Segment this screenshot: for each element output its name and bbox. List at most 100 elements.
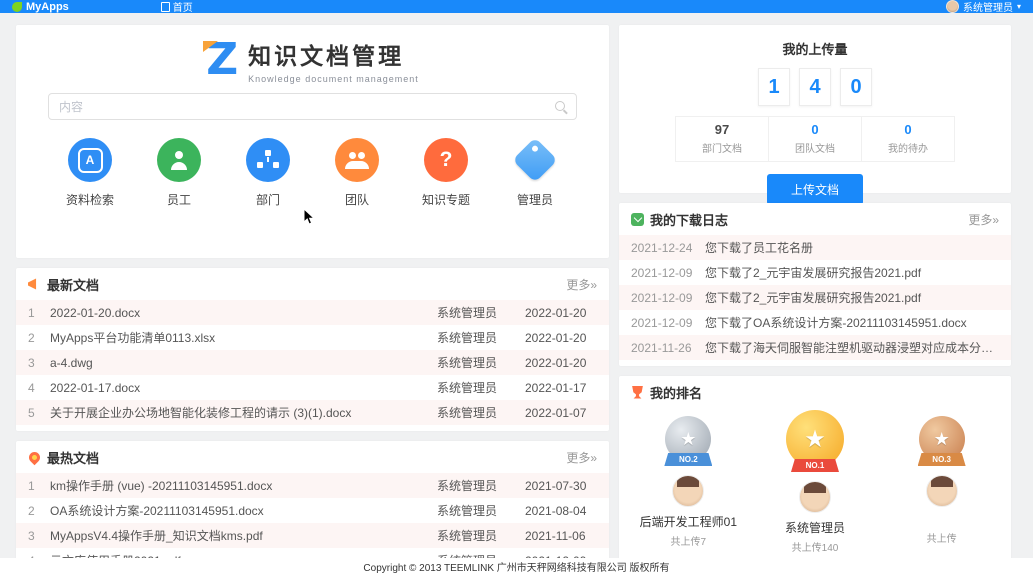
employee-icon bbox=[157, 138, 201, 182]
admin-tag-icon bbox=[513, 138, 557, 182]
search-bar bbox=[48, 93, 577, 120]
upload-doc-button[interactable]: 上传文档 bbox=[767, 174, 863, 205]
page: MyApps 首页 系统管理员 ▾ Z 知识文档管理 Knowledge doc… bbox=[0, 0, 1033, 575]
team-icon bbox=[335, 138, 379, 182]
download-log-row: 2021-11-26 您下载了海天伺服智能注塑机驱动器浸塑对应成本分析.xls bbox=[619, 335, 1011, 360]
latest-docs-header: 最新文档 更多» bbox=[16, 268, 609, 300]
quick-link-topics[interactable]: 知识专题 bbox=[408, 138, 484, 208]
archive-search-icon bbox=[68, 138, 112, 182]
latest-more-link[interactable]: 更多» bbox=[566, 276, 597, 293]
search-icon[interactable] bbox=[555, 101, 565, 111]
left-column: Z 知识文档管理 Knowledge document management 资… bbox=[16, 25, 609, 575]
brand-logo-icon bbox=[12, 2, 22, 12]
download-log-row: 2021-12-24 您下载了员工花名册 bbox=[619, 235, 1011, 260]
doc-title-link[interactable]: km操作手册 (vue) -20211103145951.docx bbox=[50, 477, 437, 494]
download-log-card: 我的下载日志 更多» 2021-12-24 您下载了员工花名册 2021-12-… bbox=[619, 203, 1011, 366]
stat-dept-docs: 97 部门文档 bbox=[676, 117, 769, 161]
brand-name: MyApps bbox=[26, 1, 69, 13]
download-log-row: 2021-12-09 您下载了2_元宇宙发展研究报告2021.pdf bbox=[619, 260, 1011, 285]
doc-row: 3 a-4.dwg 系统管理员 2022-01-20 bbox=[16, 350, 609, 375]
download-log-icon bbox=[631, 213, 644, 226]
latest-docs-title: 最新文档 bbox=[47, 275, 99, 294]
doc-row: 2 MyApps平台功能清单0113.xlsx 系统管理员 2022-01-20 bbox=[16, 325, 609, 350]
latest-docs-list: 1 2022-01-20.docx 系统管理员 2022-01-20 2 MyA… bbox=[16, 300, 609, 431]
avatar bbox=[926, 475, 958, 507]
ranking-body: NO.2 后端开发工程师01 共上传7 NO.1 系统管理员 共上传140 bbox=[619, 408, 1011, 554]
quick-link-admin[interactable]: 管理员 bbox=[497, 138, 573, 208]
quick-links: 资料检索 员工 部门 团队 bbox=[16, 120, 609, 208]
doc-row: 4 2022-01-17.docx 系统管理员 2022-01-17 bbox=[16, 375, 609, 400]
app-subtitle: Knowledge document management bbox=[248, 74, 419, 84]
download-log-row: 2021-12-09 您下载了2_元宇宙发展研究报告2021.pdf bbox=[619, 285, 1011, 310]
chevron-down-icon: ▾ bbox=[1017, 2, 1021, 11]
doc-title-link[interactable]: OA系统设计方案-20211103145951.docx bbox=[50, 502, 437, 519]
quick-link-department[interactable]: 部门 bbox=[230, 138, 306, 208]
avatar bbox=[799, 481, 831, 513]
doc-row: 1 2022-01-20.docx 系统管理员 2022-01-20 bbox=[16, 300, 609, 325]
nav-home-label: 首页 bbox=[173, 0, 193, 13]
trophy-icon bbox=[631, 386, 644, 399]
doc-row: 1 km操作手册 (vue) -20211103145951.docx 系统管理… bbox=[16, 473, 609, 498]
download-log-title: 我的下载日志 bbox=[650, 210, 728, 229]
stat-team-docs: 0 团队文档 bbox=[769, 117, 862, 161]
quick-link-employee[interactable]: 员工 bbox=[141, 138, 217, 208]
counter-digit: 4 bbox=[799, 68, 831, 106]
hot-docs-header: 最热文档 更多» bbox=[16, 441, 609, 473]
upload-counter: 1 4 0 bbox=[619, 68, 1011, 106]
department-icon bbox=[246, 138, 290, 182]
logo-z-icon: Z bbox=[206, 38, 238, 82]
doc-row: 3 MyAppsV4.4操作手册_知识文档kms.pdf 系统管理员 2021-… bbox=[16, 523, 609, 548]
main-content: Z 知识文档管理 Knowledge document management 资… bbox=[0, 13, 1033, 575]
download-more-link[interactable]: 更多» bbox=[968, 211, 999, 228]
doc-stats: 97 部门文档 0 团队文档 0 我的待办 bbox=[675, 116, 955, 162]
user-menu[interactable]: 系统管理员 ▾ bbox=[946, 0, 1021, 13]
doc-title-link[interactable]: MyApps平台功能清单0113.xlsx bbox=[50, 329, 437, 346]
doc-title-link[interactable]: 2022-01-17.docx bbox=[50, 381, 437, 395]
doc-title-link[interactable]: 关于开展企业办公场地智能化装修工程的请示 (3)(1).docx bbox=[50, 404, 437, 421]
counter-digit: 1 bbox=[758, 68, 790, 106]
topbar: MyApps 首页 系统管理员 ▾ bbox=[0, 0, 1033, 13]
upload-stats-title: 我的上传量 bbox=[619, 39, 1011, 58]
nav-home[interactable]: 首页 bbox=[161, 0, 193, 13]
download-log-header: 我的下载日志 更多» bbox=[619, 203, 1011, 235]
doc-row: 5 关于开展企业办公场地智能化装修工程的请示 (3)(1).docx 系统管理员… bbox=[16, 400, 609, 425]
new-doc-icon bbox=[28, 278, 41, 291]
rank-badge: NO.1 bbox=[791, 459, 839, 472]
ranking-header: 我的排名 bbox=[619, 376, 1011, 408]
rank-second: NO.2 后端开发工程师01 共上传7 bbox=[628, 416, 748, 548]
user-avatar bbox=[946, 0, 959, 13]
upload-stats-card: 我的上传量 1 4 0 97 部门文档 0 团队文档 0 bbox=[619, 25, 1011, 193]
rank-first: NO.1 系统管理员 共上传140 bbox=[755, 410, 875, 554]
quick-link-search[interactable]: 资料检索 bbox=[52, 138, 128, 208]
counter-digit: 0 bbox=[840, 68, 872, 106]
knowledge-topic-icon bbox=[424, 138, 468, 182]
hot-docs-title: 最热文档 bbox=[47, 448, 99, 467]
search-input[interactable] bbox=[48, 93, 577, 120]
hot-docs-card: 最热文档 更多» 1 km操作手册 (vue) -20211103145951.… bbox=[16, 441, 609, 575]
doc-title-link[interactable]: MyAppsV4.4操作手册_知识文档kms.pdf bbox=[50, 527, 437, 544]
app-title: 知识文档管理 bbox=[248, 37, 419, 71]
rank-badge: NO.2 bbox=[664, 453, 712, 466]
hero-card: Z 知识文档管理 Knowledge document management 资… bbox=[16, 25, 609, 258]
brand[interactable]: MyApps bbox=[12, 1, 69, 13]
latest-docs-card: 最新文档 更多» 1 2022-01-20.docx 系统管理员 2022-01… bbox=[16, 268, 609, 431]
doc-title-link[interactable]: 2022-01-20.docx bbox=[50, 306, 437, 320]
quick-link-team[interactable]: 团队 bbox=[319, 138, 395, 208]
stat-my-todo: 0 我的待办 bbox=[862, 117, 954, 161]
flame-icon bbox=[27, 449, 43, 465]
ranking-card: 我的排名 NO.2 后端开发工程师01 共上传7 NO.1 系统管理员 bbox=[619, 376, 1011, 568]
right-column: 我的上传量 1 4 0 97 部门文档 0 团队文档 0 bbox=[619, 25, 1011, 568]
app-logo: Z 知识文档管理 Knowledge document management bbox=[16, 37, 609, 83]
rank-badge: NO.3 bbox=[918, 453, 966, 466]
footer-copyright: Copyright © 2013 TEEMLINK 广州市天秤网络科技有限公司 … bbox=[0, 558, 1033, 575]
home-icon bbox=[161, 2, 170, 12]
ranking-title: 我的排名 bbox=[650, 383, 702, 402]
rank-third: NO.3 共上传 bbox=[882, 416, 1002, 545]
doc-title-link[interactable]: a-4.dwg bbox=[50, 356, 437, 370]
hot-more-link[interactable]: 更多» bbox=[566, 449, 597, 466]
doc-row: 2 OA系统设计方案-20211103145951.docx 系统管理员 202… bbox=[16, 498, 609, 523]
download-log-list: 2021-12-24 您下载了员工花名册 2021-12-09 您下载了2_元宇… bbox=[619, 235, 1011, 366]
user-name: 系统管理员 bbox=[963, 0, 1013, 13]
avatar bbox=[672, 475, 704, 507]
download-log-row: 2021-12-09 您下载了OA系统设计方案-20211103145951.d… bbox=[619, 310, 1011, 335]
